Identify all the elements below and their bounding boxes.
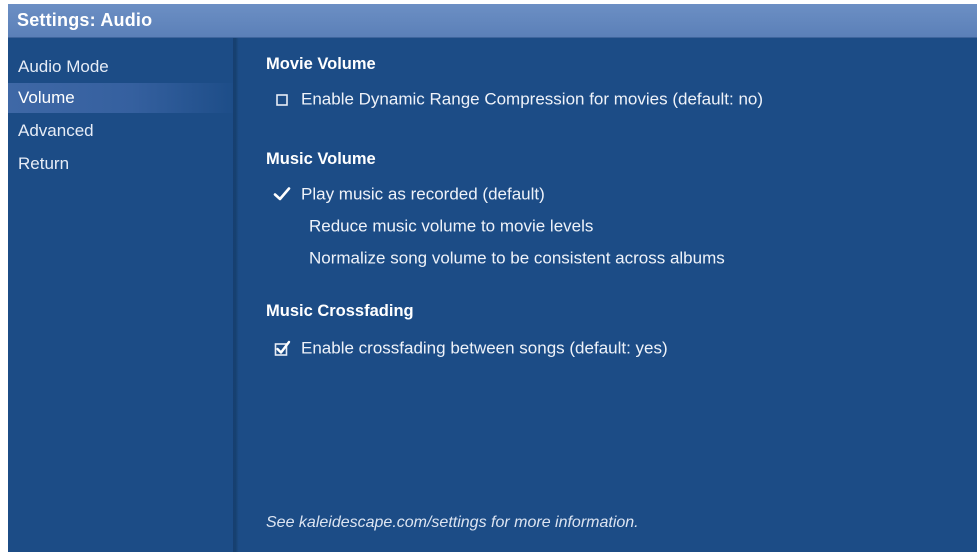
- option-label: Enable Dynamic Range Compression for mov…: [301, 89, 764, 109]
- main-panel: Movie Volume Enable Dynamic Range Compre…: [239, 38, 977, 552]
- option-normalize-song-volume[interactable]: Normalize song volume to be consistent a…: [273, 244, 725, 272]
- option-dynamic-range-compression[interactable]: Enable Dynamic Range Compression for mov…: [273, 85, 763, 113]
- option-enable-crossfading[interactable]: Enable crossfading between songs (defaul…: [273, 334, 668, 362]
- sidebar-item-label: Advanced: [18, 121, 94, 140]
- empty-square-icon: [273, 89, 291, 107]
- checked-square-icon: [273, 338, 291, 356]
- option-play-as-recorded[interactable]: Play music as recorded (default): [273, 180, 545, 208]
- section-heading-music-crossfading: Music Crossfading: [266, 302, 414, 320]
- window-title: Settings: Audio: [17, 10, 153, 30]
- settings-help-note: See kaleidescape.com/settings for more i…: [266, 514, 639, 531]
- sidebar-item-label: Return: [18, 154, 70, 173]
- sidebar-item-audio-mode[interactable]: Audio Mode: [8, 52, 233, 82]
- sidebar-item-label: Volume: [18, 88, 75, 107]
- checkmark-icon: [273, 184, 291, 202]
- sidebar: Audio Mode Volume Advanced Return: [8, 38, 233, 552]
- sidebar-item-volume[interactable]: Volume: [8, 83, 233, 113]
- section-heading-music-volume: Music Volume: [266, 150, 376, 168]
- settings-screen: Settings: Audio Audio Mode Volume Advanc…: [8, 4, 977, 552]
- option-label: Normalize song volume to be consistent a…: [309, 248, 725, 268]
- option-reduce-to-movie-levels[interactable]: Reduce music volume to movie levels: [273, 212, 593, 240]
- option-label: Enable crossfading between songs (defaul…: [301, 338, 668, 358]
- sidebar-item-label: Audio Mode: [18, 57, 109, 76]
- sidebar-item-advanced[interactable]: Advanced: [8, 116, 233, 146]
- section-heading-movie-volume: Movie Volume: [266, 55, 376, 73]
- option-label: Reduce music volume to movie levels: [309, 216, 594, 236]
- option-label: Play music as recorded (default): [301, 184, 545, 204]
- title-bar: Settings: Audio: [8, 4, 977, 38]
- sidebar-item-return[interactable]: Return: [8, 149, 233, 179]
